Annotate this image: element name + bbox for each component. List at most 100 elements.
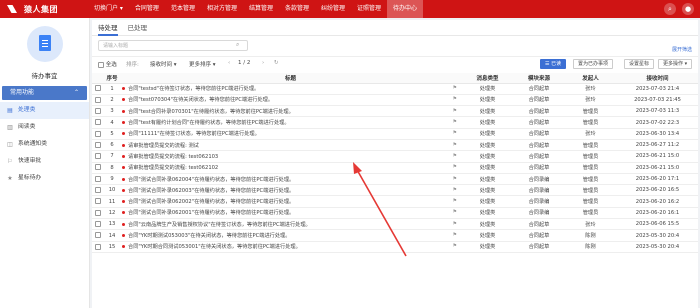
refresh-icon[interactable]: ↻ — [274, 60, 279, 66]
sidebar-item-process[interactable]: ▤ 处理类 — [0, 102, 89, 119]
sort-field-dropdown[interactable]: 接收时间 ▾ — [150, 60, 177, 68]
row-title-text[interactable]: 合同"YK时期测试053003"在待关闭状态，等待您前往PC端进行处理。 — [128, 233, 290, 239]
flag-icon[interactable]: ⚑ — [453, 153, 457, 159]
table-row[interactable]: 3 合同"test合同补录070301"在待履约状态，等待您前往PC端进行处理。 ⚑… — [92, 105, 698, 118]
table-row[interactable]: 9 合同"测试合同补录062004"在待履约状态，等待您前往PC端进行处理。 ⚑ 处理… — [92, 173, 698, 186]
row-checkbox[interactable] — [92, 229, 104, 242]
row-checkbox[interactable] — [92, 184, 104, 197]
table-row[interactable]: 11 合同"测试合同补录062002"在待履约状态，等待您前往PC端进行处理。 ⚑ 处… — [92, 195, 698, 208]
table-row[interactable]: 10 合同"测试合同补录062003"在待履约状态，等待您前往PC端进行处理。 ⚑ 处… — [92, 184, 698, 197]
row-title-text[interactable]: 合同"test有履约计划合同"在待履约状态，等待您前往PC端进行处理。 — [128, 120, 290, 126]
row-checkbox[interactable] — [92, 83, 104, 95]
row-checkbox[interactable] — [92, 162, 104, 174]
row-checkbox[interactable] — [92, 139, 104, 152]
row-title[interactable]: 合同"testsd"在待签订状态，等待您前往PC端进行处理。 ⚑ — [120, 83, 461, 95]
row-title-text[interactable]: 合同"YK时期合同测试053001"在待关闭状态，等待您前往PC端进行处理。 — [128, 244, 301, 250]
row-checkbox[interactable] — [92, 150, 104, 163]
table-row[interactable]: 5 合同"11111"在待签订状态，等待您前往PC端进行处理。 ⚑ 处理类 合同起草 张玲… — [92, 128, 698, 140]
row-title-text[interactable]: 合同"测试合同补录062004"在待履约状态，等待您前往PC端进行处理。 — [128, 177, 294, 183]
sidebar-item-read[interactable]: ▥ 阅读类 — [0, 119, 89, 136]
more-actions-button[interactable]: 更多操作 ▾ — [658, 59, 693, 69]
nav-item-portal[interactable]: 切换门户 ▾ — [88, 0, 129, 18]
search-input[interactable] — [98, 40, 248, 51]
tab-pending[interactable]: 待处理 — [98, 20, 118, 36]
flag-icon[interactable]: ⚑ — [453, 243, 457, 249]
sidebar-section-common[interactable]: 常用功能 ⌃ — [2, 86, 87, 100]
select-all-checkbox[interactable] — [98, 61, 104, 68]
sidebar-item-notice[interactable]: ◫ 系统通知类 — [0, 136, 89, 153]
row-title-text[interactable]: 请审批管理员提交的流程: test062103 — [128, 154, 218, 160]
more-sort-dropdown[interactable]: 更多排序 ▾ — [189, 60, 216, 68]
flag-icon[interactable]: ⚑ — [453, 85, 457, 91]
row-checkbox[interactable] — [92, 94, 104, 107]
row-title[interactable]: 请审批管理员提交的流程: 测试 ⚑ — [120, 139, 461, 152]
table-row[interactable]: 12 合同"测试合同补录062001"在待履约状态，等待您前往PC端进行处理。 ⚑ 处… — [92, 207, 698, 220]
row-title[interactable]: 合同"test合同补录070301"在待履约状态，等待您前往PC端进行处理。 ⚑ — [120, 105, 461, 118]
mark-done-button[interactable]: 置为已办事项 — [573, 59, 614, 69]
flag-icon[interactable]: ⚑ — [453, 209, 457, 215]
row-checkbox[interactable] — [92, 116, 104, 129]
flag-icon[interactable]: ⚑ — [453, 232, 457, 238]
flag-icon[interactable]: ⚑ — [453, 142, 457, 148]
nav-item-clause[interactable]: 条款管理 — [279, 0, 315, 18]
row-title[interactable]: 请审批管理员提交的流程: test062103 ⚑ — [120, 150, 461, 163]
row-title-text[interactable]: 合同"11111"在待签订状态，等待您前往PC端进行处理。 — [128, 131, 260, 137]
select-all[interactable]: 全选 — [98, 60, 117, 68]
search-icon[interactable]: ⌕ — [236, 41, 239, 49]
table-row[interactable]: 4 合同"test有履约计划合同"在待履约状态，等待您前往PC端进行处理。 ⚑ 处理类… — [92, 116, 698, 129]
prev-page-icon[interactable]: ‹ — [228, 60, 230, 66]
flag-icon[interactable]: ⚑ — [453, 108, 457, 114]
nav-item-counterparty[interactable]: 相对方管理 — [201, 0, 243, 18]
row-title[interactable]: 合同"11111"在待签订状态，等待您前往PC端进行处理。 ⚑ — [120, 128, 461, 140]
nav-item-contract[interactable]: 合同管理 — [129, 0, 165, 18]
flag-icon[interactable]: ⚑ — [453, 164, 457, 170]
row-title-text[interactable]: 合同"测试合同补录062001"在待履约状态，等待您前往PC端进行处理。 — [128, 210, 294, 216]
table-row[interactable]: 15 合同"YK时期合同测试053001"在待关闭状态，等待您前往PC端进行处理。… — [92, 241, 698, 253]
expand-filter-link[interactable]: 展开筛选 — [672, 46, 692, 53]
row-title[interactable]: 合同"测试合同补录062003"在待履约状态，等待您前往PC端进行处理。 ⚑ — [120, 184, 461, 197]
sidebar-item-quick-approve[interactable]: ⚐ 快速审批 — [0, 153, 89, 170]
row-checkbox[interactable] — [92, 218, 104, 231]
row-checkbox[interactable] — [92, 207, 104, 220]
row-title-text[interactable]: 合同"测试合同补录062002"在待履约状态，等待您前往PC端进行处理。 — [128, 199, 294, 205]
row-title[interactable]: 请审批管理员提交的流程: test062102 ⚑ — [120, 162, 461, 174]
table-row[interactable]: 8 请审批管理员提交的流程: test062102 ⚑ 处理类 合同起草 管理员 2023-… — [92, 162, 698, 174]
flag-icon[interactable]: ⚑ — [453, 119, 457, 125]
row-title-text[interactable]: 合同"测试合同补录062003"在待履约状态，等待您前往PC端进行处理。 — [128, 188, 294, 194]
table-row[interactable]: 13 合同"云南品牌生产及销售授权协议"在待签订状态，等待您前往PC端进行处理。 ⚑… — [92, 218, 698, 231]
row-title[interactable]: 合同"YK时期合同测试053001"在待关闭状态，等待您前往PC端进行处理。 ⚑ — [120, 241, 461, 253]
row-title-text[interactable]: 合同"testsd"在待签订状态，等待您前往PC端进行处理。 — [128, 86, 259, 92]
row-title-text[interactable]: 请审批管理员提交的流程: test062102 — [128, 165, 218, 171]
row-checkbox[interactable] — [92, 128, 104, 140]
row-title-text[interactable]: 请审批管理员提交的流程: 测试 — [128, 143, 199, 149]
row-title-text[interactable]: 合同"云南品牌生产及销售授权协议"在待签订状态，等待您前往PC端进行处理。 — [128, 222, 311, 228]
table-row[interactable]: 14 合同"YK时期测试053003"在待关闭状态，等待您前往PC端进行处理。 ⚑ 处… — [92, 229, 698, 242]
row-title[interactable]: 合同"test070304"在待关闭状态，等待您前往PC端进行处理。 ⚑ — [120, 94, 461, 107]
row-checkbox[interactable] — [92, 195, 104, 208]
flag-icon[interactable]: ⚑ — [453, 130, 457, 136]
row-checkbox[interactable] — [92, 105, 104, 118]
row-checkbox[interactable] — [92, 241, 104, 253]
nav-item-dispute[interactable]: 纠纷管理 — [315, 0, 351, 18]
set-star-button[interactable]: 设置星标 — [624, 59, 655, 69]
table-row[interactable]: 2 合同"test070304"在待关闭状态，等待您前往PC端进行处理。 ⚑ 处理类合… — [92, 94, 698, 107]
row-title[interactable]: 合同"测试合同补录062004"在待履约状态，等待您前往PC端进行处理。 ⚑ — [120, 173, 461, 186]
user-avatar-icon[interactable]: ● — [682, 3, 694, 15]
flag-icon[interactable]: ⚑ — [453, 221, 457, 227]
flag-icon[interactable]: ⚑ — [453, 198, 457, 204]
row-checkbox[interactable] — [92, 173, 104, 186]
flag-icon[interactable]: ⚑ — [453, 176, 457, 182]
next-page-icon[interactable]: › — [262, 60, 264, 66]
tab-done[interactable]: 已处理 — [128, 20, 148, 36]
row-title[interactable]: 合同"云南品牌生产及销售授权协议"在待签订状态，等待您前往PC端进行处理。 ⚑ — [120, 218, 461, 231]
flag-icon[interactable]: ⚑ — [453, 96, 457, 102]
row-title[interactable]: 合同"测试合同补录062002"在待履约状态，等待您前往PC端进行处理。 ⚑ — [120, 195, 461, 208]
table-row[interactable]: 1 合同"testsd"在待签订状态，等待您前往PC端进行处理。 ⚑ 处理类 合同起草张… — [92, 83, 698, 95]
brand-logo[interactable]: 猿人集团 — [0, 3, 80, 15]
sidebar-item-starred[interactable]: ★ 星标待办 — [0, 170, 89, 187]
nav-item-todo-center[interactable]: 待办中心 — [387, 0, 424, 18]
table-row[interactable]: 7 请审批管理员提交的流程: test062103 ⚑ 处理类 合同起草 管理员 2023-… — [92, 150, 698, 163]
row-title[interactable]: 合同"测试合同补录062001"在待履约状态，等待您前往PC端进行处理。 ⚑ — [120, 207, 461, 220]
search-icon[interactable]: ⌕ — [664, 3, 676, 15]
row-title-text[interactable]: 合同"test合同补录070301"在待履约状态，等待您前往PC端进行处理。 — [128, 109, 294, 115]
